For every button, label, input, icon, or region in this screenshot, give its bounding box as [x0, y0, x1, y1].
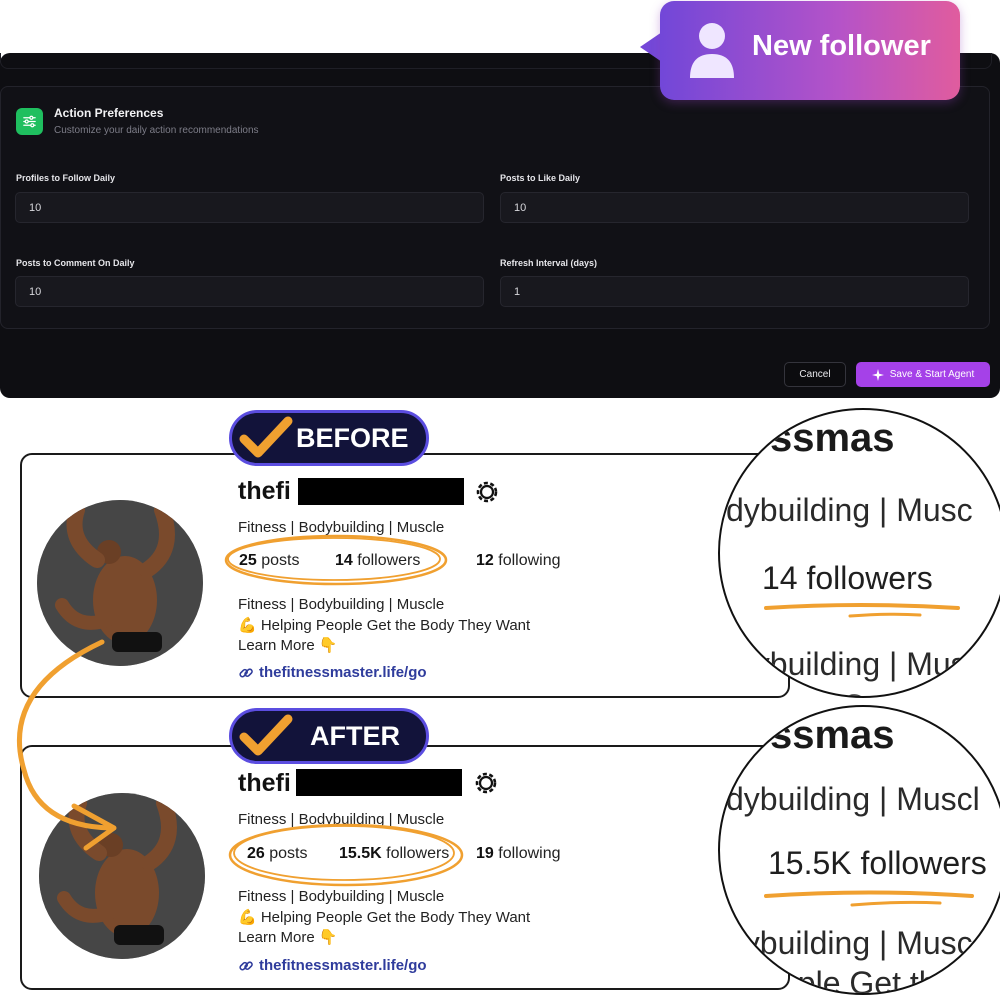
like-daily-input[interactable]: 10: [500, 192, 969, 223]
settings-gear-icon[interactable]: [474, 479, 500, 510]
badge-label: BEFORE: [296, 422, 409, 453]
zoom-circle-after: ssmas dybuilding | Muscl 15.5K followers…: [718, 705, 1000, 995]
highlight-oval: [222, 532, 450, 593]
section-subtitle: Customize your daily action recommendati…: [54, 125, 259, 136]
bio-line: 💪 Helping People Get the Body They Want: [238, 617, 531, 634]
sliders-icon: [16, 108, 43, 135]
zoom-circle-before: ssmas dybuilding | Musc 14 followers dyb…: [718, 408, 1000, 698]
bio-line: Learn More 👇: [238, 929, 338, 946]
section-title: Action Preferences: [54, 106, 164, 120]
zoom-text: dybuilding | Musc: [726, 925, 973, 961]
zoom-text: dybuilding | Muscl: [726, 781, 980, 817]
profile-link[interactable]: thefitnessmaster.life/go: [238, 957, 427, 974]
comment-daily-label: Posts to Comment On Daily: [16, 258, 135, 268]
follow-daily-input[interactable]: 10: [15, 192, 484, 223]
refresh-interval-label: Refresh Interval (days): [500, 258, 598, 268]
bio-line: Fitness | Bodybuilding | Muscle: [238, 888, 445, 905]
zoom-text: ople Get the: [780, 965, 955, 995]
highlight-oval: [226, 818, 466, 895]
redaction-bar: [296, 769, 462, 796]
toast-text: New follower: [752, 30, 931, 62]
after-badge: AFTER: [229, 708, 429, 764]
save-button-label: Save & Start Agent: [889, 369, 975, 380]
settings-gear-icon[interactable]: [473, 770, 499, 801]
toast-pointer: [640, 32, 662, 62]
refresh-interval-input[interactable]: 1: [500, 276, 969, 307]
link-icon: [239, 960, 253, 970]
link-icon: [239, 667, 253, 677]
bio-line: Fitness | Bodybuilding | Muscle: [238, 596, 445, 613]
comment-daily-input[interactable]: 10: [15, 276, 484, 307]
zoom-text: dybuilding | Mus: [736, 646, 967, 682]
link-text: thefitnessmaster.life/go: [259, 664, 427, 681]
zoom-text: dybuilding | Musc: [726, 492, 973, 528]
username: thefi: [238, 477, 291, 505]
cancel-button[interactable]: Cancel: [784, 362, 846, 387]
username: thefi: [238, 769, 291, 797]
link-text: thefitnessmaster.life/go: [259, 957, 427, 974]
redaction-bar: [298, 478, 464, 505]
underline-stroke: [764, 890, 974, 907]
sparkle-icon: [871, 368, 884, 381]
user-icon: [686, 18, 738, 85]
before-badge: BEFORE: [229, 410, 429, 466]
follow-daily-label: Profiles to Follow Daily: [16, 173, 116, 183]
underline-stroke: [764, 603, 960, 618]
curved-arrow: [10, 630, 150, 865]
zoom-text: ssmas: [770, 713, 895, 757]
bio-line: 💪 Helping People Get the Body They Want: [238, 909, 531, 926]
following-count[interactable]: 19 following: [476, 845, 561, 863]
zoom-text: ple Get th: [790, 688, 929, 696]
zoom-followers-count: 14 followers: [762, 560, 933, 596]
checkmark-icon: [239, 714, 293, 756]
save-start-agent-button[interactable]: Save & Start Agent: [856, 362, 990, 387]
badge-label: AFTER: [310, 720, 400, 751]
zoom-text: ssmas: [770, 416, 895, 460]
checkmark-icon: [239, 416, 293, 458]
like-daily-label: Posts to Like Daily: [500, 173, 581, 183]
bio-line: Learn More 👇: [238, 637, 338, 654]
zoom-followers-count: 15.5K followers: [768, 845, 987, 881]
profile-link[interactable]: thefitnessmaster.life/go: [238, 664, 427, 681]
following-count[interactable]: 12 following: [476, 552, 561, 570]
